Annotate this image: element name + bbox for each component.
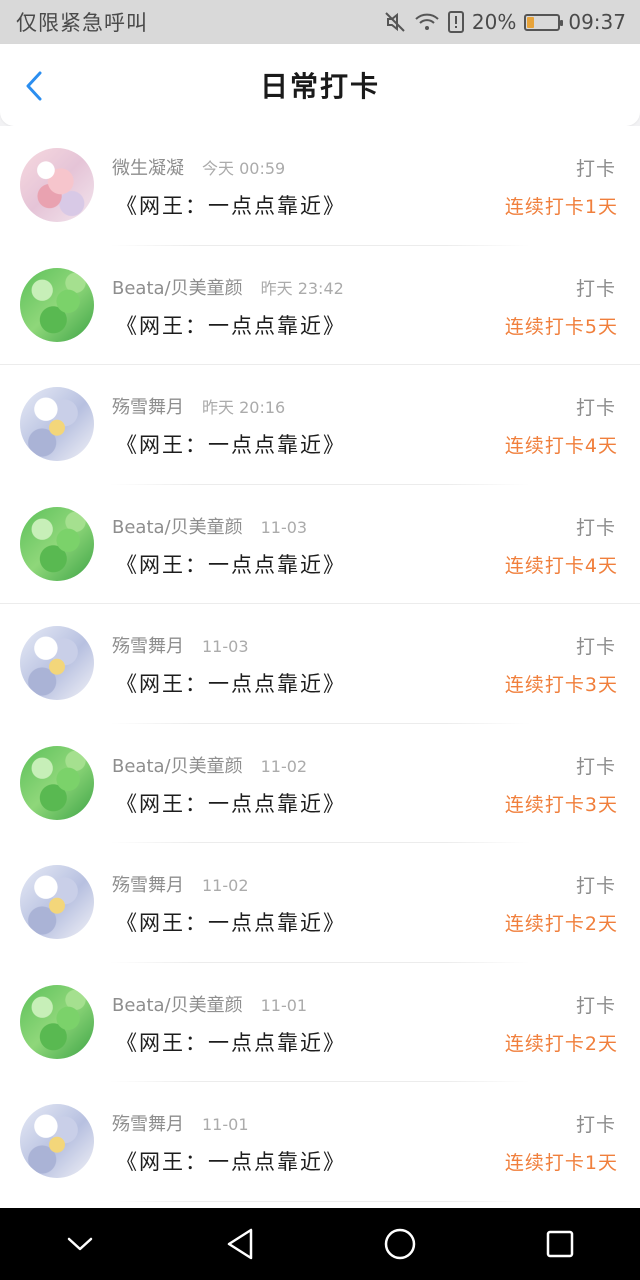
clock: 09:37 — [568, 10, 626, 34]
checkin-label: 打卡 — [575, 636, 616, 658]
user-name[interactable]: Beata/贝美童颜 — [112, 513, 243, 539]
avatar[interactable] — [20, 745, 94, 820]
checkin-label: 打卡 — [575, 277, 616, 300]
status-icons: 20% 09:37 — [384, 10, 626, 34]
carrier-label: 仅限紧急呼叫 — [16, 11, 148, 35]
checkin-label: 打卡 — [575, 875, 616, 897]
checkin-label: 打卡 — [575, 994, 616, 1017]
book-title[interactable]: 《网王：一点点靠近》 — [116, 668, 346, 698]
user-name[interactable]: Beata/贝美童颜 — [112, 991, 243, 1017]
timestamp: 今天 00:59 — [202, 159, 286, 178]
battery-percent: 20% — [471, 10, 517, 34]
checkin-label: 打卡 — [575, 1114, 616, 1136]
book-title[interactable]: 《网王：一点点靠近》 — [116, 1146, 346, 1176]
system-nav-bar — [0, 1208, 640, 1280]
collapse-button[interactable] — [50, 1214, 110, 1274]
timestamp: 昨天 20:16 — [202, 398, 286, 417]
wifi-icon — [414, 12, 440, 32]
user-name[interactable]: 殇雪舞月 — [112, 1110, 184, 1136]
recents-square-icon — [546, 1230, 574, 1258]
user-name[interactable]: 殇雪舞月 — [112, 632, 184, 658]
book-title[interactable]: 《网王：一点点靠近》 — [116, 549, 346, 579]
user-name[interactable]: Beata/贝美童颜 — [112, 274, 243, 300]
avatar[interactable] — [20, 984, 94, 1059]
streak-label: 连续打卡3天 — [504, 674, 618, 696]
battery-icon — [524, 13, 564, 31]
streak-label: 连续打卡4天 — [504, 435, 618, 457]
header: 日常打卡 — [0, 44, 640, 126]
book-title[interactable]: 《网王：一点点靠近》 — [116, 1027, 346, 1057]
timestamp: 11-03 — [202, 637, 249, 656]
avatar[interactable] — [20, 148, 94, 222]
list-item[interactable]: 殇雪舞月 昨天 20:16 《网王：一点点靠近》 打卡 连续打卡4天 — [0, 365, 640, 485]
streak-label: 连续打卡5天 — [504, 315, 618, 338]
book-title[interactable]: 《网王：一点点靠近》 — [116, 190, 346, 220]
streak-label: 连续打卡2天 — [504, 913, 618, 935]
user-name[interactable]: 微生凝凝 — [112, 154, 184, 180]
streak-label: 连续打卡3天 — [504, 793, 618, 816]
list-item[interactable]: Beata/贝美童颜 11-03 《网王：一点点靠近》 打卡 连续打卡4天 — [0, 485, 640, 605]
book-title[interactable]: 《网王：一点点靠近》 — [116, 429, 346, 459]
timestamp: 11-01 — [202, 1115, 249, 1134]
avatar[interactable] — [20, 1104, 94, 1178]
streak-label: 连续打卡1天 — [504, 1152, 618, 1174]
list-item[interactable]: 殇雪舞月 11-02 《网王：一点点靠近》 打卡 连续打卡2天 — [0, 843, 640, 963]
back-button[interactable] — [18, 70, 50, 102]
avatar[interactable] — [20, 865, 94, 939]
list-item[interactable]: Beata/贝美童颜 昨天 23:42 《网王：一点点靠近》 打卡 连续打卡5天 — [0, 246, 640, 366]
checkin-label: 打卡 — [575, 158, 616, 180]
avatar[interactable] — [20, 626, 94, 700]
timestamp: 11-01 — [260, 995, 308, 1015]
list-item[interactable]: 殇雪舞月 11-01 《网王：一点点靠近》 打卡 连续打卡1天 — [0, 1082, 640, 1202]
page-title: 日常打卡 — [259, 70, 380, 103]
recents-nav-button[interactable] — [530, 1214, 590, 1274]
avatar[interactable] — [20, 267, 94, 342]
list-item[interactable]: Beata/贝美童颜 11-01 《网王：一点点靠近》 打卡 连续打卡2天 — [0, 963, 640, 1083]
avatar[interactable] — [20, 506, 94, 581]
streak-label: 连续打卡4天 — [504, 554, 618, 577]
user-name[interactable]: 殇雪舞月 — [112, 871, 184, 897]
list-item[interactable]: Beata/贝美童颜 11-02 《网王：一点点靠近》 打卡 连续打卡3天 — [0, 724, 640, 844]
timestamp: 11-02 — [202, 876, 249, 895]
book-title[interactable]: 《网王：一点点靠近》 — [116, 907, 346, 937]
checkin-label: 打卡 — [575, 516, 616, 539]
user-name[interactable]: Beata/贝美童颜 — [112, 752, 243, 778]
home-nav-button[interactable] — [370, 1214, 430, 1274]
back-nav-button[interactable] — [210, 1214, 270, 1274]
book-title[interactable]: 《网王：一点点靠近》 — [116, 788, 346, 818]
streak-label: 连续打卡1天 — [504, 196, 618, 218]
sim-alert-icon — [447, 11, 464, 33]
home-circle-icon — [384, 1228, 416, 1260]
back-triangle-icon — [227, 1228, 253, 1260]
status-bar: 仅限紧急呼叫 20% 09:37 — [0, 0, 640, 44]
checkin-label: 打卡 — [575, 397, 616, 419]
book-title[interactable]: 《网王：一点点靠近》 — [116, 310, 346, 340]
timestamp: 昨天 23:42 — [260, 278, 344, 298]
timestamp: 11-03 — [260, 517, 308, 537]
list-item[interactable]: 微生凝凝 今天 00:59 《网王：一点点靠近》 打卡 连续打卡1天 — [0, 126, 640, 246]
avatar[interactable] — [20, 387, 94, 461]
user-name[interactable]: 殇雪舞月 — [112, 393, 184, 419]
streak-label: 连续打卡2天 — [504, 1032, 618, 1055]
mute-icon — [384, 11, 406, 33]
timestamp: 11-02 — [260, 756, 308, 776]
list-item[interactable]: 殇雪舞月 11-03 《网王：一点点靠近》 打卡 连续打卡3天 — [0, 604, 640, 724]
checkin-label: 打卡 — [575, 755, 616, 778]
checkin-list: 微生凝凝 今天 00:59 《网王：一点点靠近》 打卡 连续打卡1天 Beata/… — [0, 126, 640, 1208]
collapse-icon — [67, 1237, 93, 1251]
chevron-left-icon — [26, 71, 42, 101]
